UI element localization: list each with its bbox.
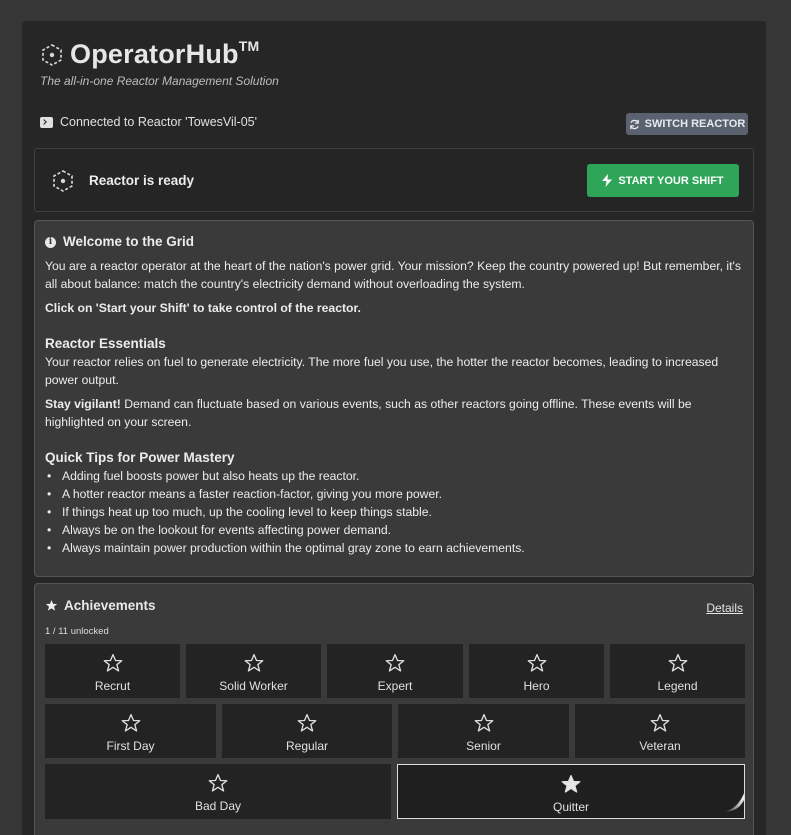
- essentials-heading: Reactor Essentials: [45, 336, 166, 351]
- achievement-label: Solid Worker: [219, 679, 288, 693]
- tips-heading: Quick Tips for Power Mastery: [45, 450, 235, 465]
- start-shift-button[interactable]: START YOUR SHIFT: [587, 164, 739, 197]
- tip-item: Always maintain power production within …: [45, 539, 743, 557]
- welcome-cta-text: Click on 'Start your Shift' to take cont…: [45, 301, 361, 315]
- tips-list: Adding fuel boosts power but also heats …: [45, 467, 743, 557]
- app-window: OperatorHubTM The all-in-one Reactor Man…: [22, 21, 766, 835]
- star-icon: [650, 714, 670, 732]
- star-icon: [474, 714, 493, 732]
- achievement-label: Recrut: [94, 679, 131, 693]
- achievement-label: Veteran: [639, 739, 681, 753]
- tip-item: If things heat up too much, up the cooli…: [45, 503, 743, 521]
- achievements-heading-text: Achievements: [64, 598, 156, 613]
- achievement-label: Quitter: [552, 800, 589, 814]
- unlock-count: 1 / 11 unlocked: [45, 626, 109, 637]
- refresh-icon: [629, 119, 639, 129]
- switch-reactor-label: SWITCH REACTOR: [644, 118, 746, 130]
- achievement-tile[interactable]: Veteran: [575, 704, 745, 758]
- app-title: OperatorHubTM: [70, 38, 260, 69]
- lightning-icon: [602, 174, 613, 187]
- achievement-label: Legend: [657, 679, 698, 693]
- reactor-icon: [42, 43, 62, 66]
- achievement-tile[interactable]: Quitter: [397, 764, 745, 819]
- star-icon: [45, 600, 58, 611]
- reactor-icon: [53, 170, 73, 192]
- tip-item: A hotter reactor means a faster reaction…: [45, 485, 743, 503]
- switch-reactor-button[interactable]: SWITCH REACTOR: [626, 113, 748, 135]
- achievement-label: Senior: [466, 739, 501, 753]
- start-shift-label: START YOUR SHIFT: [618, 174, 724, 187]
- vigilant-text: Stay vigilant! Demand can fluctuate base…: [45, 395, 743, 431]
- achievement-tile[interactable]: Solid Worker: [186, 644, 321, 698]
- vigilant-body: Demand can fluctuate based on various ev…: [45, 397, 692, 429]
- welcome-heading-text: Welcome to the Grid: [63, 234, 195, 249]
- unlocked-shine: [724, 793, 744, 812]
- achievement-tile[interactable]: Recrut: [45, 644, 180, 698]
- star-icon: [561, 775, 581, 793]
- achievement-tile[interactable]: Expert: [327, 644, 463, 698]
- achievement-label: Expert: [377, 679, 413, 693]
- star-icon: [385, 654, 405, 672]
- star-icon: [103, 654, 122, 672]
- welcome-heading: i Welcome to the Grid: [45, 233, 743, 251]
- welcome-intro: You are a reactor operator at the heart …: [45, 259, 741, 291]
- achievement-tile[interactable]: First Day: [45, 704, 216, 758]
- tip-item: Adding fuel boosts power but also heats …: [45, 467, 743, 485]
- achievements-heading: Achievements: [45, 598, 156, 613]
- achievement-label: Regular: [285, 739, 329, 753]
- achievement-label: First Day: [106, 739, 155, 753]
- star-icon: [527, 654, 546, 672]
- achievement-label: Hero: [523, 679, 550, 693]
- app-subtitle: The all-in-one Reactor Management Soluti…: [40, 74, 279, 88]
- trademark: TM: [238, 38, 260, 54]
- achievement-tile[interactable]: Senior: [398, 704, 569, 758]
- header: OperatorHubTM The all-in-one Reactor Man…: [40, 38, 279, 88]
- vigilant-bold: Stay vigilant!: [45, 397, 121, 411]
- achievement-tile[interactable]: Hero: [469, 644, 604, 698]
- tip-item: Always be on the lookout for events affe…: [45, 521, 743, 539]
- welcome-cta: Click on 'Start your Shift' to take cont…: [45, 299, 743, 317]
- connection-status: Connected to Reactor 'TowesVil-05': [40, 115, 257, 129]
- achievements-panel: Achievements Details 1 / 11 unlocked Rec…: [34, 583, 754, 835]
- terminal-icon: [40, 116, 53, 128]
- star-icon: [121, 714, 140, 732]
- star-icon: [244, 654, 263, 672]
- star-icon: [297, 714, 317, 732]
- connection-text: Connected to Reactor 'TowesVil-05': [60, 115, 258, 129]
- star-icon: [208, 774, 228, 792]
- reactor-status-text: Reactor is ready: [89, 173, 195, 188]
- achievement-tile[interactable]: Legend: [610, 644, 745, 698]
- achievement-label: Bad Day: [194, 799, 242, 813]
- welcome-panel: i Welcome to the Grid You are a reactor …: [34, 220, 754, 577]
- achievement-tile[interactable]: Bad Day: [45, 764, 391, 819]
- essentials-text: Your reactor relies on fuel to generate …: [45, 355, 719, 387]
- reactor-status-panel: Reactor is ready START YOUR SHIFT: [34, 148, 754, 212]
- title-row: OperatorHubTM: [40, 38, 279, 70]
- achievement-tile[interactable]: Regular: [222, 704, 392, 758]
- info-icon: i: [45, 236, 56, 248]
- star-icon: [668, 654, 687, 672]
- details-link[interactable]: Details: [706, 601, 743, 615]
